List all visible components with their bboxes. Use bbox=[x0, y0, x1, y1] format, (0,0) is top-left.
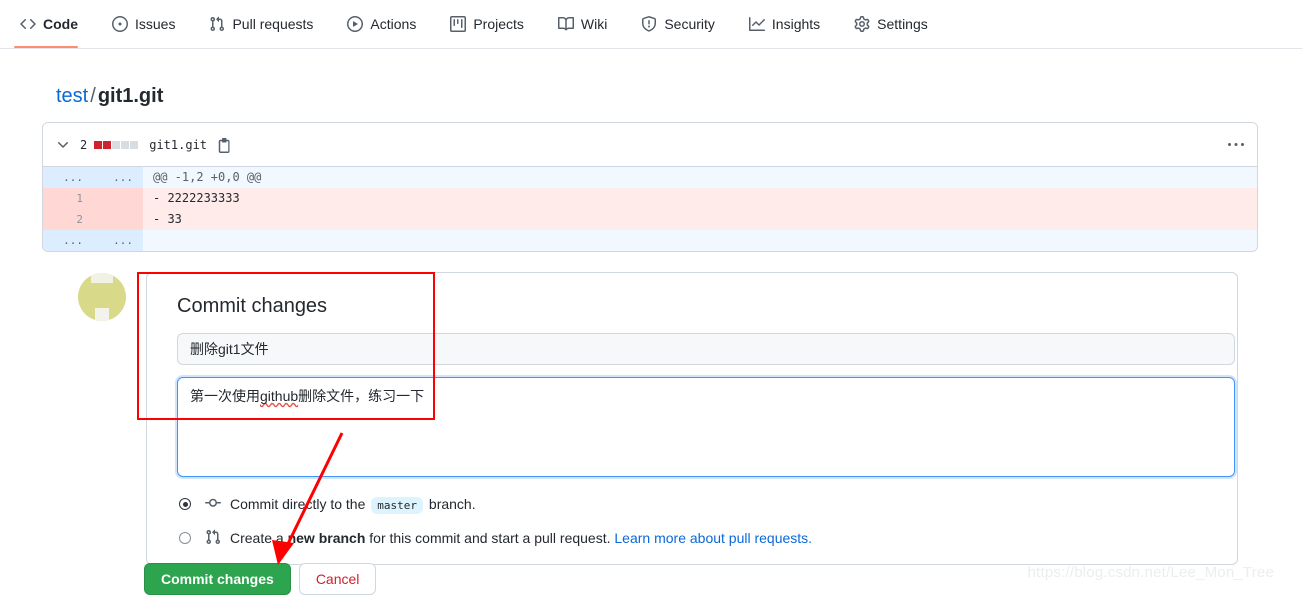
diff-row-deletion: 2 - 33 bbox=[43, 209, 1257, 230]
nav-item-label: Insights bbox=[771, 16, 821, 32]
diff-file-header: 2 git1.git bbox=[43, 123, 1257, 167]
git-commit-icon bbox=[205, 495, 221, 511]
diff-row-hunk: ... ... @@ -1,2 +0,0 @@ bbox=[43, 167, 1257, 188]
commit-option-new-branch[interactable]: Create a new branch for this commit and … bbox=[177, 528, 1221, 548]
nav-item-wiki[interactable]: Wiki bbox=[552, 0, 621, 48]
diff-line-content: @@ -1,2 +0,0 @@ bbox=[143, 167, 1257, 188]
git-pull-request-icon bbox=[209, 16, 225, 32]
diff-changed-line-count: 2 bbox=[80, 137, 88, 152]
nav-item-label: Settings bbox=[877, 16, 928, 32]
nav-item-insights[interactable]: Insights bbox=[743, 0, 834, 48]
breadcrumb: test / git1.git bbox=[56, 84, 163, 108]
diff-new-line-number bbox=[93, 188, 143, 209]
commit-option-new-branch-label: Create a new branch for this commit and … bbox=[230, 528, 812, 548]
commit-changes-form: Commit changes 第一次使用github删除文件，练习一下 第一次使… bbox=[146, 272, 1238, 565]
graph-icon bbox=[748, 16, 765, 32]
diff-line-content bbox=[143, 230, 1257, 251]
radio-create-new-branch[interactable] bbox=[179, 532, 191, 544]
shield-icon bbox=[641, 16, 657, 32]
nav-item-projects[interactable]: Projects bbox=[444, 0, 538, 48]
watermark: https://blog.csdn.net/Lee_Mon_Tree bbox=[1027, 564, 1274, 581]
diff-old-line-number: 2 bbox=[43, 209, 93, 230]
commit-extended-description-textarea[interactable]: 第一次使用github删除文件，练习一下 bbox=[177, 377, 1235, 477]
diff-old-line-number: 1 bbox=[43, 188, 93, 209]
diff-line-content: - 33 bbox=[143, 209, 1257, 230]
issue-opened-icon bbox=[112, 16, 128, 32]
breadcrumb-file-name: git1.git bbox=[97, 85, 164, 107]
gear-icon bbox=[854, 16, 870, 32]
option-text-after: branch. bbox=[428, 496, 476, 512]
cancel-button[interactable]: Cancel bbox=[298, 563, 377, 595]
commit-form-actions: Commit changes Cancel bbox=[144, 563, 377, 595]
diff-new-line-number: ... bbox=[93, 167, 143, 188]
diffstat-block-neutral bbox=[121, 140, 130, 149]
nav-item-security[interactable]: Security bbox=[635, 0, 729, 48]
diff-old-line-number: ... bbox=[43, 167, 93, 188]
commit-form-heading: Commit changes bbox=[177, 295, 328, 317]
nav-item-code[interactable]: Code bbox=[14, 0, 92, 48]
nav-item-label: Pull requests bbox=[232, 16, 314, 32]
project-icon bbox=[450, 16, 467, 32]
chevron-down-icon[interactable] bbox=[55, 137, 71, 153]
play-icon bbox=[347, 16, 364, 32]
avatar-shape-bottom bbox=[95, 308, 109, 321]
diff-new-line-number bbox=[93, 209, 143, 230]
repo-nav: Code Issues Pull requests Actions Projec… bbox=[0, 0, 1302, 49]
desc-text-pre: 第一次使用 bbox=[190, 388, 260, 404]
git-pull-request-icon bbox=[205, 529, 221, 545]
radio-commit-directly[interactable] bbox=[179, 498, 191, 510]
nav-item-label: Wiki bbox=[580, 16, 608, 32]
option-text-before: Create a bbox=[230, 530, 284, 546]
diff-new-line-number: ... bbox=[93, 230, 143, 251]
commit-changes-button[interactable]: Commit changes bbox=[144, 563, 291, 595]
copy-icon[interactable] bbox=[217, 137, 233, 153]
diffstat-block-neutral bbox=[130, 140, 139, 149]
commit-option-direct[interactable]: Commit directly to the master branch. bbox=[177, 494, 1221, 516]
diffstat-block-deletion bbox=[103, 140, 112, 149]
nav-item-label: Code bbox=[43, 16, 78, 32]
breadcrumb-separator: / bbox=[90, 85, 96, 107]
branch-badge: master bbox=[371, 497, 424, 514]
avatar bbox=[78, 273, 126, 321]
diff-row-deletion: 1 - 2222233333 bbox=[43, 188, 1257, 209]
desc-text-misspelled: github bbox=[260, 388, 299, 404]
code-icon bbox=[20, 16, 36, 32]
diffstat-block-neutral bbox=[112, 140, 121, 149]
nav-item-pull-requests[interactable]: Pull requests bbox=[203, 0, 327, 48]
learn-more-pull-requests-link[interactable]: Learn more about pull requests. bbox=[614, 530, 812, 546]
nav-item-label: Projects bbox=[473, 16, 524, 32]
diff-old-line-number: ... bbox=[43, 230, 93, 251]
diff-line-content: - 2222233333 bbox=[143, 188, 1257, 209]
diff-row-hunk: ... ... bbox=[43, 230, 1257, 251]
diff-body: ... ... @@ -1,2 +0,0 @@ 1 - 2222233333 2… bbox=[43, 167, 1257, 251]
nav-item-label: Actions bbox=[370, 16, 417, 32]
option-text-before: Commit directly to the bbox=[230, 496, 366, 512]
breadcrumb-repo-link[interactable]: test bbox=[56, 85, 88, 107]
commit-message-title-input[interactable] bbox=[177, 333, 1235, 365]
diff-file-path: git1.git bbox=[149, 137, 208, 152]
nav-item-actions[interactable]: Actions bbox=[341, 0, 430, 48]
book-icon bbox=[557, 16, 574, 32]
nav-item-settings[interactable]: Settings bbox=[848, 0, 942, 48]
option-text-after: for this commit and start a pull request… bbox=[369, 530, 611, 546]
diffstat-block-deletion bbox=[94, 140, 103, 149]
github-commit-changes-page: Code Issues Pull requests Actions Projec… bbox=[0, 0, 1302, 595]
commit-option-direct-label: Commit directly to the master branch. bbox=[230, 494, 476, 516]
nav-item-label: Security bbox=[664, 16, 715, 32]
kebab-horizontal-icon[interactable] bbox=[1227, 136, 1245, 154]
desc-text-post: 删除文件，练习一下 bbox=[298, 388, 425, 404]
nav-item-issues[interactable]: Issues bbox=[106, 0, 189, 48]
option-text-bold: new branch bbox=[287, 530, 366, 546]
nav-item-label: Issues bbox=[135, 16, 176, 32]
diff-card: 2 git1.git ... ... @@ -1,2 +0,0 @@ 1 - 2 bbox=[42, 122, 1258, 252]
avatar-shape-top bbox=[91, 273, 113, 283]
diffstat-blocks bbox=[94, 140, 139, 149]
